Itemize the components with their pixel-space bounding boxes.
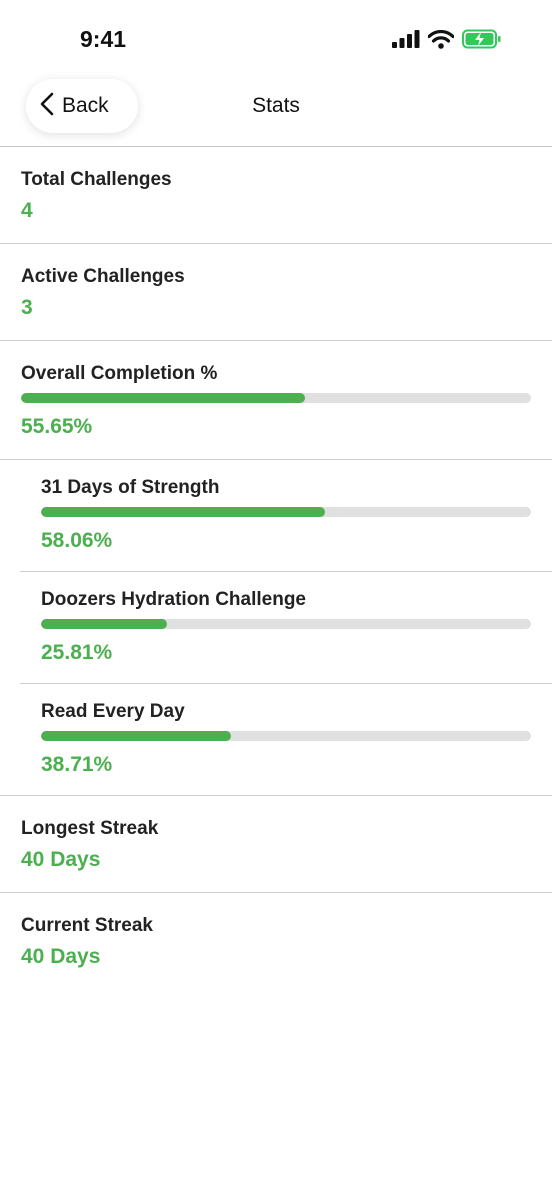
- stat-label: Longest Streak: [21, 818, 159, 839]
- percent-value: 58.06%: [41, 529, 113, 552]
- signal-icon: [392, 30, 420, 53]
- stat-label: Overall Completion %: [21, 363, 218, 384]
- completion-section: Overall Completion % 55.65% 31 Days of S…: [0, 341, 552, 796]
- battery-charging-icon: [462, 29, 502, 54]
- challenge-item: Doozers Hydration Challenge 25.81%: [20, 572, 552, 684]
- stat-current-streak: Current Streak 40 Days: [0, 893, 552, 990]
- progress-track: [21, 393, 531, 403]
- status-icons: [392, 29, 502, 54]
- stat-value: 40 Days: [21, 945, 101, 968]
- stat-label: Active Challenges: [21, 266, 185, 287]
- stat-longest-streak: Longest Streak 40 Days: [0, 796, 552, 893]
- progress-fill: [41, 619, 168, 629]
- page-title: Stats: [252, 94, 300, 117]
- stat-value: 40 Days: [21, 848, 101, 871]
- wifi-icon: [427, 29, 455, 54]
- stats-list: Total Challenges 4 Active Challenges 3 O…: [0, 147, 552, 990]
- percent-value: 25.81%: [41, 641, 113, 664]
- progress-track: [41, 619, 531, 629]
- challenge-list: 31 Days of Strength 58.06% Doozers Hydra…: [20, 460, 552, 795]
- progress-track: [41, 731, 531, 741]
- overall-completion: Overall Completion % 55.65%: [0, 341, 552, 460]
- stat-label: Total Challenges: [21, 169, 172, 190]
- nav-bar: Back Stats: [0, 76, 552, 146]
- stat-total-challenges: Total Challenges 4: [0, 147, 552, 244]
- stat-label: Current Streak: [21, 915, 153, 936]
- challenge-name: Doozers Hydration Challenge: [41, 589, 306, 610]
- status-time: 9:41: [80, 26, 127, 52]
- challenge-item: Read Every Day 38.71%: [20, 684, 552, 795]
- challenge-name: 31 Days of Strength: [41, 477, 220, 498]
- progress-track: [41, 507, 531, 517]
- stat-active-challenges: Active Challenges 3: [0, 244, 552, 341]
- stat-value: 4: [21, 199, 33, 222]
- challenge-item: 31 Days of Strength 58.06%: [20, 460, 552, 572]
- percent-value: 38.71%: [41, 753, 113, 776]
- challenge-name: Read Every Day: [41, 701, 185, 722]
- status-bar: 9:41: [0, 0, 552, 76]
- progress-fill: [21, 393, 305, 403]
- percent-value: 55.65%: [21, 415, 93, 438]
- progress-fill: [41, 731, 231, 741]
- progress-fill: [41, 507, 326, 517]
- stat-value: 3: [21, 296, 33, 319]
